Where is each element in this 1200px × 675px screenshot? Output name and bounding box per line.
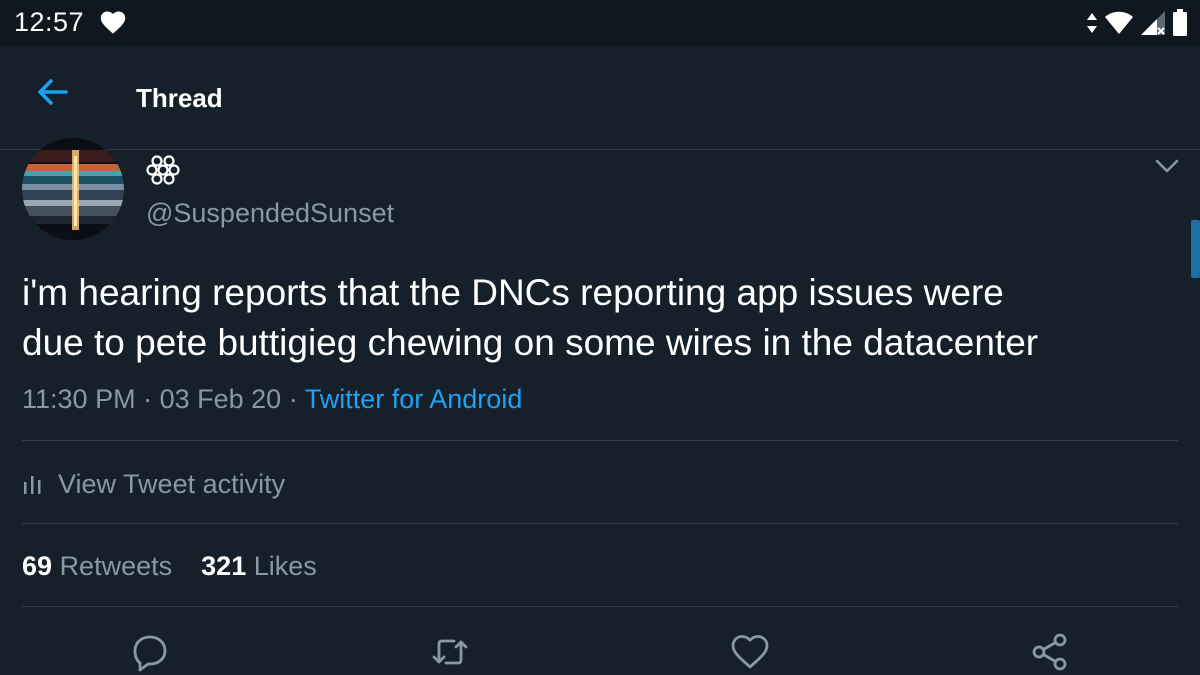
retweets-stat[interactable]: 69 Retweets xyxy=(22,551,180,581)
like-heart-icon[interactable] xyxy=(730,632,770,672)
view-tweet-activity-button[interactable]: View Tweet activity xyxy=(22,466,285,502)
heart-notification-icon xyxy=(100,11,126,34)
tweet-meta: 11:30 PM · 03 Feb 20 · Twitter for Andro… xyxy=(22,384,522,415)
status-time: 12:57 xyxy=(14,7,85,37)
data-transfer-icon xyxy=(1087,13,1097,33)
activity-label: View Tweet activity xyxy=(58,468,286,499)
wifi-icon xyxy=(1105,11,1133,34)
scrollbar[interactable] xyxy=(1191,220,1200,278)
meta-separator: · xyxy=(143,384,153,414)
tweet-source-link[interactable]: Twitter for Android xyxy=(305,384,523,414)
back-arrow-icon[interactable] xyxy=(32,72,72,112)
share-icon[interactable] xyxy=(1030,632,1070,672)
tweet-text-line-1: i'm hearing reports that the DNCs report… xyxy=(22,272,1004,313)
cell-signal-icon xyxy=(1141,11,1165,35)
retweets-count: 69 xyxy=(22,551,53,581)
meta-separator: · xyxy=(288,384,298,414)
divider xyxy=(22,440,1178,441)
likes-stat[interactable]: 321 Likes xyxy=(201,551,317,581)
reply-icon[interactable] xyxy=(130,632,170,672)
divider xyxy=(22,606,1178,607)
activity-bars-icon xyxy=(24,476,41,494)
avatar[interactable] xyxy=(22,138,124,240)
battery-icon xyxy=(1173,9,1187,36)
chevron-down-icon[interactable] xyxy=(1153,153,1181,179)
engagement-counts: 69 Retweets 321 Likes xyxy=(22,551,317,582)
divider xyxy=(22,523,1178,524)
retweet-icon[interactable] xyxy=(430,632,470,672)
user-handle[interactable]: @SuspendedSunset xyxy=(146,198,394,229)
tweet-text: i'm hearing reports that the DNCs report… xyxy=(22,268,1187,368)
thread-header: Thread xyxy=(0,46,1200,150)
tweet-date: 03 Feb 20 xyxy=(159,384,282,414)
tweet-time: 11:30 PM xyxy=(22,384,136,414)
sunset-avatar-image xyxy=(22,138,124,240)
flower-emoji-icon xyxy=(146,155,180,185)
likes-count: 321 xyxy=(201,551,247,581)
page-title: Thread xyxy=(136,83,223,113)
retweets-label: Retweets xyxy=(59,551,173,581)
likes-label: Likes xyxy=(253,551,317,581)
status-bar: 12:57 xyxy=(0,0,1200,46)
tweet-text-line-2: due to pete buttigieg chewing on some wi… xyxy=(22,322,1039,363)
status-icons xyxy=(1086,8,1188,38)
